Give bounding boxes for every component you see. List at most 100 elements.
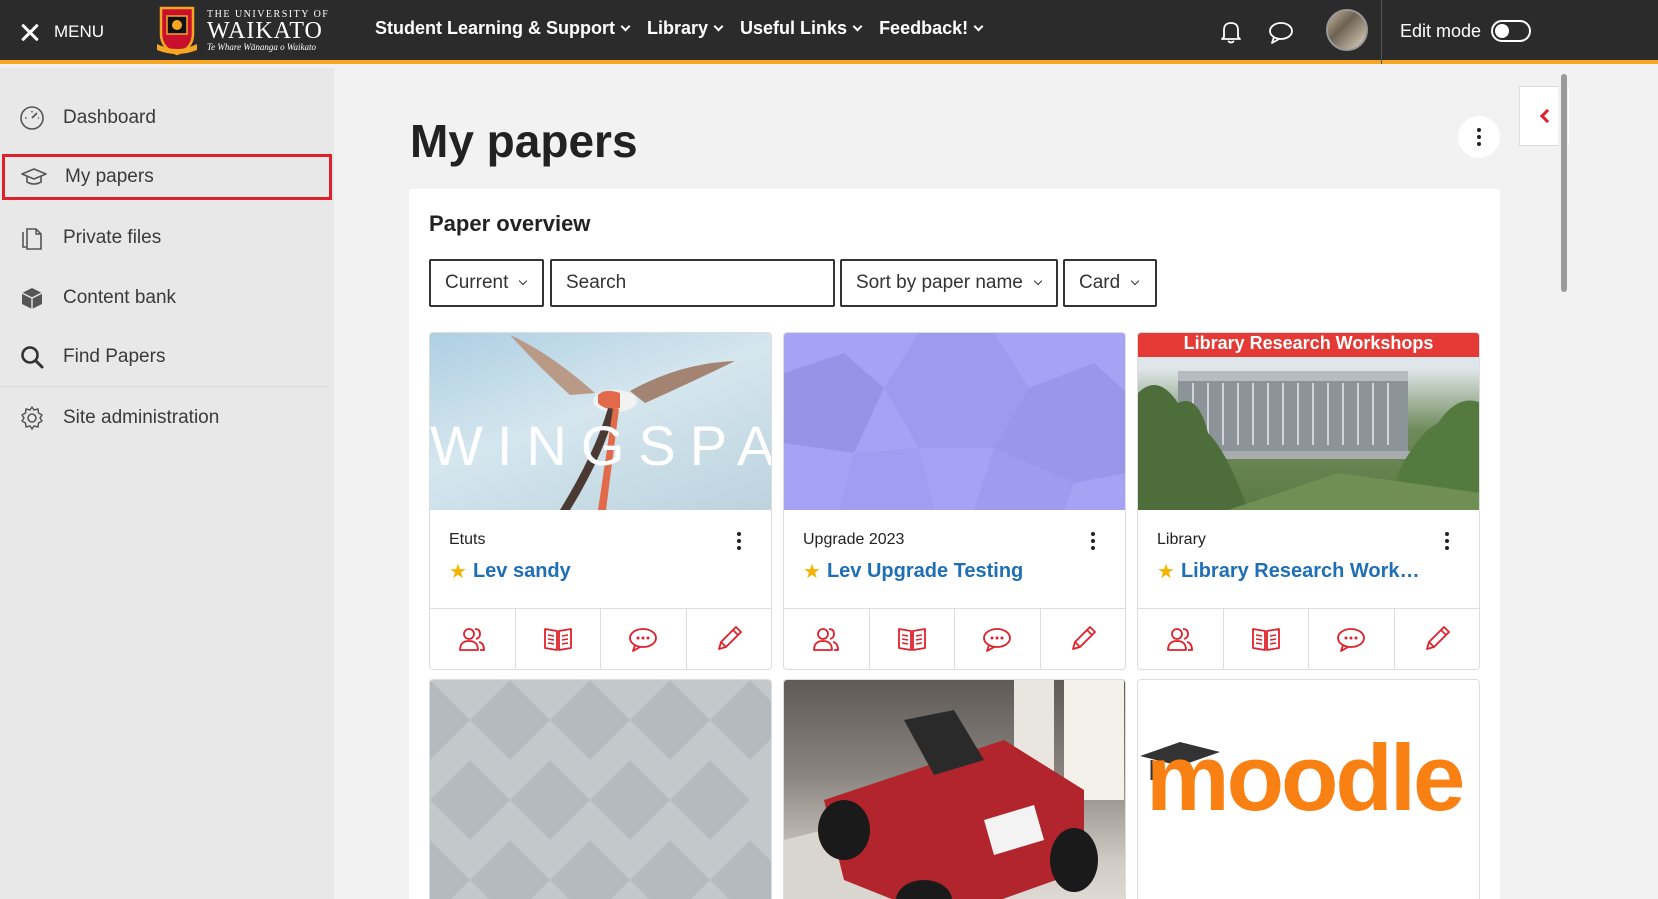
card-kebab-icon[interactable] — [737, 532, 741, 550]
cube-icon — [21, 288, 43, 309]
pencil-icon — [717, 626, 742, 650]
paper-overview-block: Paper overview Current Sort by paper nam… — [409, 189, 1500, 899]
chevron-down-icon — [973, 21, 984, 32]
sidebar-item-site-administration[interactable]: Site administration — [0, 389, 329, 447]
card-banner: Library Research Workshops — [1138, 333, 1479, 357]
sidebar-item-my-papers[interactable]: My papers — [2, 154, 332, 200]
nav-student-learning-support[interactable]: Student Learning & Support — [375, 18, 631, 39]
scrollbar-thumb[interactable] — [1561, 74, 1567, 292]
page-actions-kebab-icon[interactable] — [1458, 116, 1500, 158]
paper-card — [783, 679, 1126, 899]
card-actions — [430, 608, 771, 669]
sidebar-item-private-files[interactable]: Private files — [0, 209, 329, 267]
paper-card-image[interactable]: WINGSPAN — [430, 333, 771, 510]
paper-card: WINGSPAN Etuts ★Lev sandy — [429, 332, 772, 670]
menu-label: MENU — [54, 22, 105, 41]
sidebar-item-find-papers[interactable]: Find Papers — [0, 328, 329, 386]
participants-button[interactable] — [430, 609, 516, 669]
view-value: Card — [1079, 272, 1121, 293]
chevron-down-icon — [713, 21, 724, 32]
nav-link-label: Library — [647, 18, 709, 38]
gradebook-button[interactable] — [870, 609, 955, 669]
sidebar-item-label: Content bank — [63, 287, 177, 308]
edit-mode-toggle[interactable] — [1491, 20, 1532, 42]
users-icon — [813, 628, 840, 651]
forum-button[interactable] — [1309, 609, 1395, 669]
sidebar-item-content-bank[interactable]: Content bank — [0, 269, 329, 327]
forum-button[interactable] — [601, 609, 687, 669]
crest-icon — [157, 6, 197, 56]
menu-toggle-button[interactable]: MENU — [20, 18, 104, 46]
grouping-dropdown[interactable]: Current — [429, 259, 544, 307]
paper-name: Lev sandy — [472, 560, 571, 582]
pencil-icon — [1425, 626, 1450, 650]
paper-card: Library Research Workshops Library ★ Libr… — [1137, 332, 1480, 670]
paper-name-link[interactable]: ★Library Research Workshops — [1157, 559, 1422, 584]
sidebar-item-dashboard[interactable]: Dashboard — [0, 89, 329, 147]
view-dropdown[interactable]: Card — [1063, 259, 1157, 307]
university-logo[interactable]: THE UNIVERSITY OF WAIKATO Te Whare Wānan… — [155, 4, 329, 56]
nav-link-label: Student Learning & Support — [375, 18, 615, 38]
logo-main-text: WAIKATO — [207, 17, 323, 44]
chat-bubble-icon[interactable] — [1267, 18, 1295, 46]
gear-icon — [21, 406, 43, 430]
nav-link-label: Feedback! — [879, 18, 969, 38]
paper-name-link[interactable]: ★ Lev Upgrade Testing — [803, 559, 1103, 584]
dashboard-icon — [20, 106, 44, 130]
pencil-icon — [1071, 626, 1096, 650]
paper-name: Lev Upgrade Testing — [826, 560, 1024, 582]
edit-button[interactable] — [687, 609, 772, 669]
book-icon — [897, 628, 926, 651]
chevron-down-icon — [519, 276, 528, 286]
logo-sub-text: Te Whare Wānanga o Waikato — [207, 41, 316, 52]
pattern-illustration — [784, 333, 1125, 510]
files-icon — [22, 228, 42, 250]
search-input[interactable] — [550, 259, 835, 307]
card-kebab-icon[interactable] — [1091, 532, 1095, 550]
paper-name-link[interactable]: ★ Lev sandy — [449, 559, 749, 584]
sidebar-item-label: Find Papers — [63, 346, 166, 367]
nav-useful-links[interactable]: Useful Links — [740, 18, 863, 39]
chevron-down-icon — [620, 21, 631, 32]
gradebook-button[interactable] — [1224, 609, 1309, 669]
star-icon: ★ — [803, 561, 821, 583]
forum-button[interactable] — [955, 609, 1041, 669]
chevron-left-icon — [1539, 108, 1554, 124]
logo-text: THE UNIVERSITY OF WAIKATO Te Whare Wānan… — [207, 9, 329, 52]
graduation-cap-icon — [21, 168, 47, 185]
paper-card-image[interactable] — [784, 333, 1125, 510]
paper-category: Library — [1157, 531, 1206, 548]
paper-category: Upgrade 2023 — [803, 531, 905, 548]
paper-card-image[interactable]: Library Research Workshops — [1138, 333, 1479, 510]
moodle-logo-text: moodle — [1146, 725, 1463, 830]
paper-category: Etuts — [449, 531, 486, 548]
sort-dropdown[interactable]: Sort by paper name — [840, 259, 1058, 307]
speech-bubble-icon — [629, 628, 658, 652]
paper-card-image[interactable]: moodle — [1138, 680, 1479, 899]
nav-library[interactable]: Library — [647, 18, 724, 39]
participants-button[interactable] — [1138, 609, 1224, 669]
nav-feedback[interactable]: Feedback! — [879, 18, 984, 39]
sidebar-item-label: Site administration — [63, 407, 220, 428]
close-icon — [20, 22, 40, 42]
paper-card: moodle — [1137, 679, 1480, 899]
top-navbar: MENU THE UNIVERSITY OF WAIKATO Te Whare … — [0, 0, 1658, 64]
bell-icon[interactable] — [1217, 18, 1245, 46]
edit-button[interactable] — [1041, 609, 1126, 669]
pattern-illustration — [430, 680, 771, 899]
card-kebab-icon[interactable] — [1445, 532, 1449, 550]
user-avatar[interactable] — [1326, 9, 1368, 51]
book-icon — [543, 628, 572, 651]
users-icon — [459, 628, 486, 651]
chevron-down-icon — [1130, 276, 1140, 286]
participants-button[interactable] — [784, 609, 870, 669]
edit-mode-label: Edit mode — [1400, 20, 1482, 41]
paper-card-image[interactable] — [430, 680, 771, 899]
sort-value: Sort by paper name — [856, 272, 1023, 293]
library-building-illustration — [1138, 371, 1479, 510]
moodle-logo: moodle — [1140, 725, 1466, 830]
gradebook-button[interactable] — [516, 609, 601, 669]
edit-button[interactable] — [1395, 609, 1480, 669]
paper-card-image[interactable] — [784, 680, 1125, 899]
page-title: My papers — [410, 115, 638, 167]
